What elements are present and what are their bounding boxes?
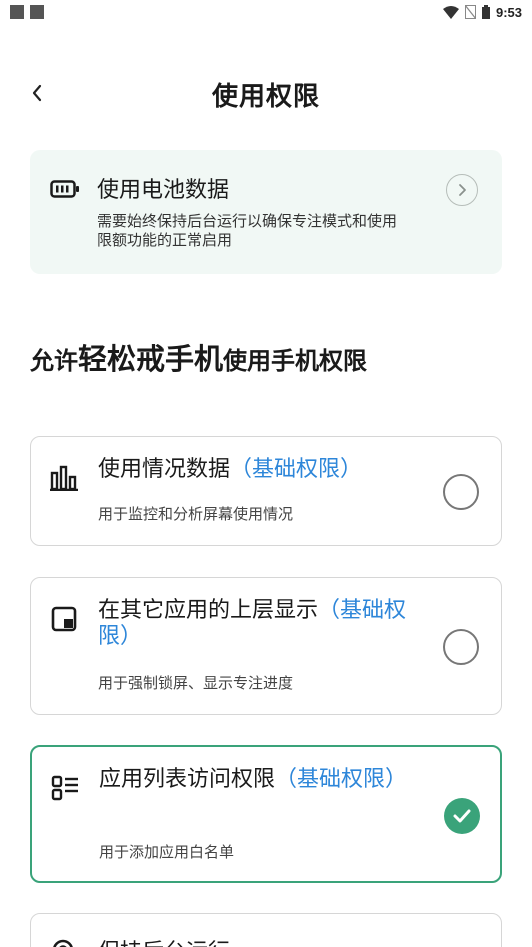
permission-tag: （基础权限） — [230, 457, 363, 482]
checkmark-icon — [453, 809, 471, 823]
permission-radio-unchecked[interactable] — [443, 474, 479, 510]
permission-title: 在其它应用的上层显示（基础权限） — [98, 598, 407, 649]
notification-square-icon — [30, 5, 44, 19]
permission-radio-unchecked[interactable] — [443, 629, 479, 665]
overlay-window-icon — [49, 604, 79, 634]
app-list-icon — [50, 773, 80, 803]
notification-square-icon — [10, 5, 24, 19]
permission-card-background[interactable]: 保持后台运行 — [30, 913, 502, 947]
status-bar: 9:53 — [0, 0, 532, 26]
status-time: 9:53 — [495, 4, 522, 20]
battery-card-description: 需要始终保持后台运行以确保专注模式和使用限额功能的正常启用 — [97, 212, 398, 249]
no-sim-icon — [464, 5, 476, 19]
permission-title: 应用列表访问权限（基础权限） — [99, 767, 408, 792]
battery-card-title: 使用电池数据 — [97, 178, 230, 203]
battery-icon — [481, 5, 490, 19]
chevron-right-icon — [459, 184, 466, 196]
permission-description: 用于添加应用白名单 — [99, 843, 235, 861]
bottom-card-title: 保持后台运行 — [98, 934, 230, 947]
page-title: 使用权限 — [211, 82, 320, 112]
permission-card-overlay[interactable]: 在其它应用的上层显示（基础权限） 用于强制锁屏、显示专注进度 — [30, 577, 502, 715]
battery-usage-card[interactable]: 使用电池数据 需要始终保持后台运行以确保专注模式和使用限额功能的正常启用 — [30, 150, 502, 274]
permission-tag: （基础权限） — [275, 767, 408, 792]
bar-chart-icon — [49, 463, 79, 493]
permission-description: 用于强制锁屏、显示专注进度 — [98, 674, 294, 692]
battery-icon — [50, 180, 79, 198]
section-title-prefix: 允许 — [30, 347, 78, 375]
permission-radio-checked[interactable] — [444, 798, 480, 834]
permission-card-usage-data[interactable]: 使用情况数据（基础权限） 用于监控和分析屏幕使用情况 — [30, 436, 502, 546]
section-title-suffix: 使用手机权限 — [223, 347, 368, 375]
permission-card-app-list[interactable]: 应用列表访问权限（基础权限） 用于添加应用白名单 — [30, 745, 502, 883]
wifi-icon — [442, 5, 459, 19]
battery-card-open-button[interactable] — [446, 174, 478, 206]
gear-icon — [53, 939, 73, 947]
permission-description: 用于监控和分析屏幕使用情况 — [98, 505, 294, 523]
section-title-app-name: 轻松戒手机 — [78, 342, 224, 376]
section-title: 允许轻松戒手机使用手机权限 — [30, 336, 367, 378]
permission-title: 使用情况数据（基础权限） — [98, 457, 363, 482]
